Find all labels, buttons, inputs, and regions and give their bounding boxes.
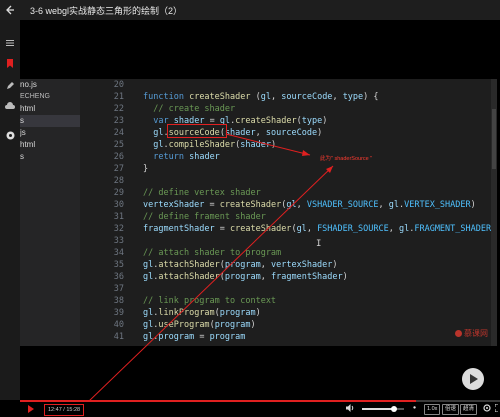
- annotation-highlight-box: [167, 124, 227, 138]
- line-number: 29: [113, 188, 124, 198]
- line-number: 31: [113, 212, 124, 222]
- line-number: 37: [113, 284, 124, 294]
- code-line: gl.linkProgram(program): [143, 308, 261, 318]
- file-explorer: no.js ECHENG html s js html s: [20, 79, 80, 346]
- video-title: 3-6 webgl实战静态三角形的绘制（2）: [30, 5, 183, 16]
- line-number: 33: [113, 236, 124, 246]
- line-number: 35: [113, 260, 124, 270]
- code-line: gl.attachShader(program, vertexShader): [143, 260, 338, 270]
- line-number: 27: [113, 164, 124, 174]
- explorer-item[interactable]: js: [20, 127, 80, 139]
- line-number: 25: [113, 140, 124, 150]
- line-number: 28: [113, 176, 124, 186]
- arrow-left-icon[interactable]: [0, 0, 20, 20]
- line-number: 21: [113, 92, 124, 102]
- line-number: 23: [113, 116, 124, 126]
- volume-icon[interactable]: [346, 404, 355, 414]
- code-line: gl.attachShader(program, fragmentShader): [143, 272, 348, 282]
- code-editor[interactable]: 20 21 22 23 24 25 26 27 28 29 30 31 32 3…: [80, 79, 497, 346]
- text-cursor-icon: I: [316, 239, 322, 249]
- explorer-folder[interactable]: ECHENG: [20, 91, 80, 103]
- speed-label[interactable]: 倍速: [442, 404, 460, 415]
- scrollbar-thumb[interactable]: [492, 109, 496, 169]
- watermark-logo-icon: [455, 330, 462, 338]
- quality-button[interactable]: 超清: [460, 404, 478, 415]
- left-toolbar: [0, 20, 20, 400]
- code-line: // define vertex shader: [143, 188, 261, 198]
- line-number: 36: [113, 272, 124, 282]
- explorer-item[interactable]: no.js: [20, 79, 80, 91]
- code-line: // attach shader to program: [143, 248, 282, 258]
- volume-knob[interactable]: [390, 406, 397, 412]
- line-number: 40: [113, 320, 124, 330]
- watermark: 慕课网: [455, 328, 488, 339]
- line-number-gutter: 20 21 22 23 24 25 26 27 28 29 30 31 32 3…: [80, 79, 128, 346]
- code-line: fragmentShader = createShader(gl, FSHADE…: [143, 224, 496, 234]
- code-line: return shader: [153, 152, 220, 162]
- speed-button[interactable]: 1.0x: [424, 404, 441, 415]
- cloud-icon[interactable]: [3, 98, 17, 112]
- code-line: vertexShader = createShader(gl, VSHADER_…: [143, 200, 476, 210]
- explorer-item[interactable]: html: [20, 103, 80, 115]
- line-number: 26: [113, 152, 124, 162]
- line-number: 38: [113, 296, 124, 306]
- code-line: function createShader (gl, sourceCode, t…: [143, 92, 379, 102]
- line-number: 34: [113, 248, 124, 258]
- code-line: gl.useProgram(program): [143, 320, 256, 330]
- play-icon[interactable]: [28, 405, 34, 413]
- title-bar: 3-6 webgl实战静态三角形的绘制（2）: [0, 0, 500, 20]
- line-number: 30: [113, 200, 124, 210]
- menu-icon[interactable]: [3, 36, 17, 50]
- code-line: // create shader: [153, 104, 236, 114]
- control-bar: 12:47 / 15:28 ● 1.0x 倍速 超清: [20, 402, 500, 417]
- dot-icon[interactable]: [3, 128, 17, 142]
- explorer-item[interactable]: s: [20, 151, 80, 163]
- volume-fill: [362, 408, 394, 410]
- play-icon: [470, 374, 478, 384]
- code-line: gl.program = program: [143, 332, 246, 342]
- line-number: 22: [113, 104, 124, 114]
- explorer-item-selected[interactable]: s: [20, 115, 80, 127]
- time-display: 12:47 / 15:28: [44, 404, 85, 416]
- explorer-item[interactable]: html: [20, 139, 80, 151]
- line-number: 32: [113, 224, 124, 234]
- bookmark-icon[interactable]: [3, 56, 17, 70]
- code-line: // define frament shader: [143, 212, 266, 222]
- settings-icon[interactable]: [482, 404, 491, 413]
- line-number: 39: [113, 308, 124, 318]
- code-line: }: [143, 164, 149, 174]
- big-play-button[interactable]: [462, 368, 484, 390]
- line-number: 20: [113, 80, 124, 90]
- fullscreen-icon[interactable]: [494, 403, 500, 413]
- pencil-icon[interactable]: [3, 78, 17, 92]
- barrage-dot-icon[interactable]: ●: [410, 404, 419, 413]
- editor-scrollbar[interactable]: [491, 79, 497, 346]
- code-line: gl.compileShader(shader): [153, 140, 277, 150]
- annotation-label: 此为" shaderSource ": [320, 156, 373, 162]
- video-player-app: 3-6 webgl实战静态三角形的绘制（2） no.js ECHENG html…: [0, 0, 500, 417]
- line-number: 24: [113, 128, 124, 138]
- code-line: // link program to context: [143, 296, 277, 306]
- volume-slider[interactable]: [362, 406, 404, 412]
- line-number: 41: [113, 332, 124, 342]
